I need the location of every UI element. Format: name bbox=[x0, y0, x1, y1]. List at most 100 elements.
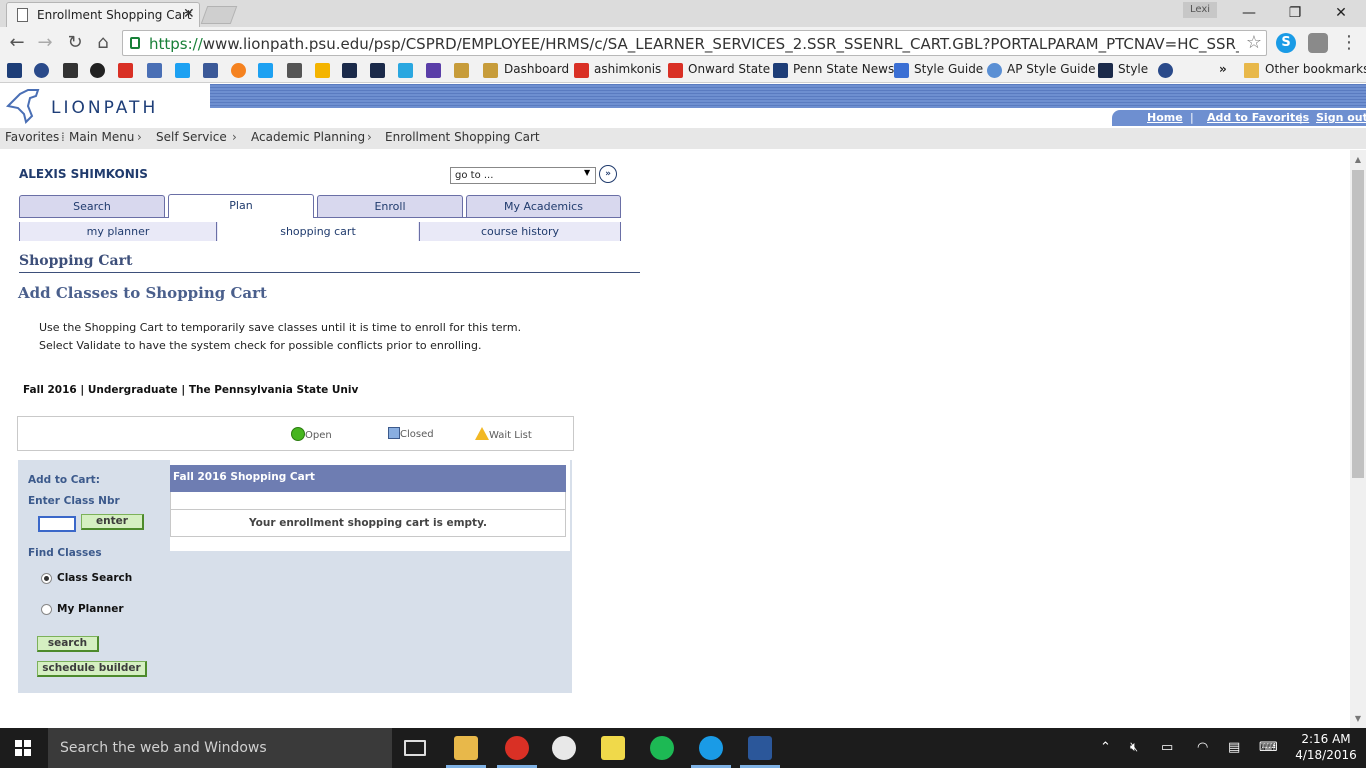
twitter-icon[interactable] bbox=[258, 63, 273, 78]
extension-icon[interactable] bbox=[1308, 33, 1328, 53]
restore-icon[interactable]: ❐ bbox=[1272, 2, 1318, 24]
minimize-icon[interactable]: — bbox=[1226, 2, 1272, 24]
sticky-notes-icon[interactable] bbox=[601, 736, 625, 760]
skype-icon[interactable] bbox=[699, 736, 723, 760]
start-button[interactable] bbox=[0, 728, 48, 768]
class-number-input[interactable] bbox=[38, 516, 76, 532]
subtab-course-history[interactable]: course history bbox=[419, 222, 621, 241]
address-bar[interactable]: https://www.lionpath.psu.edu/psp/CSPRD/E… bbox=[122, 30, 1267, 56]
psu-favicon bbox=[773, 63, 788, 78]
battery-icon[interactable]: ▭ bbox=[1161, 740, 1173, 755]
file-explorer-icon[interactable] bbox=[454, 736, 478, 760]
user-profile-badge[interactable]: Lexi bbox=[1183, 2, 1217, 18]
page-subtitle: Add Classes to Shopping Cart bbox=[18, 284, 267, 302]
bookmark-ap-style-guide[interactable]: AP Style Guide bbox=[1007, 62, 1095, 76]
app-icon[interactable] bbox=[552, 736, 576, 760]
schedule-builder-button[interactable]: schedule builder bbox=[37, 661, 147, 677]
bookmark-icon[interactable] bbox=[370, 63, 385, 78]
tab-enroll[interactable]: Enroll bbox=[317, 195, 463, 217]
gmail-icon[interactable] bbox=[118, 63, 133, 78]
class-search-label[interactable]: Class Search bbox=[57, 572, 132, 584]
goto-go-button[interactable]: » bbox=[599, 165, 617, 183]
tab-plan[interactable]: Plan bbox=[168, 194, 314, 218]
breadcrumb-favorites[interactable]: Favorites bbox=[5, 130, 59, 144]
menu-icon[interactable]: ⋮ bbox=[1338, 32, 1360, 54]
style-icon bbox=[1098, 63, 1113, 78]
facebook-icon[interactable] bbox=[203, 63, 218, 78]
home-link[interactable]: Home bbox=[1147, 111, 1183, 124]
bookmark-icon[interactable] bbox=[315, 63, 330, 78]
psu-favicon[interactable] bbox=[7, 63, 22, 78]
other-bookmarks[interactable]: Other bookmarks bbox=[1265, 62, 1366, 76]
sign-out-link[interactable]: Sign out bbox=[1316, 111, 1366, 124]
bookmark-icon[interactable] bbox=[175, 63, 190, 78]
scrollbar-thumb[interactable] bbox=[1352, 170, 1364, 478]
tab-search[interactable]: Search bbox=[19, 195, 165, 217]
legend-closed: Closed bbox=[388, 427, 434, 440]
bookmark-icon[interactable] bbox=[90, 63, 105, 78]
bookmark-penn-state-news[interactable]: Penn State News bbox=[793, 62, 894, 76]
home-icon[interactable]: ⌂ bbox=[92, 32, 114, 54]
action-center-icon[interactable]: ▤ bbox=[1228, 740, 1240, 755]
bookmark-ashimkonis[interactable]: ashimkonis bbox=[594, 62, 661, 76]
breadcrumb-self-service[interactable]: Self Service bbox=[156, 130, 227, 144]
bookmark-icon[interactable] bbox=[454, 63, 469, 78]
bookmark-icon[interactable] bbox=[426, 63, 441, 78]
bookmark-dashboard[interactable]: Dashboard bbox=[504, 62, 569, 76]
add-to-favorites-link[interactable]: Add to Favorites bbox=[1207, 111, 1309, 124]
scroll-down-icon[interactable]: ▼ bbox=[1350, 711, 1366, 727]
reload-icon[interactable]: ↻ bbox=[64, 32, 86, 54]
skype-extension-icon[interactable]: S bbox=[1276, 33, 1296, 53]
bookmark-icon[interactable] bbox=[147, 63, 162, 78]
bookmark-onward-state[interactable]: Onward State bbox=[688, 62, 770, 76]
taskbar-search-box[interactable]: Search the web and Windows bbox=[48, 728, 392, 768]
scroll-up-icon[interactable]: ▲ bbox=[1350, 152, 1366, 168]
subtab-shopping-cart[interactable]: shopping cart bbox=[218, 222, 418, 241]
bookmark-icon[interactable] bbox=[34, 63, 49, 78]
chrome-icon[interactable] bbox=[505, 736, 529, 760]
browser-tab[interactable]: Enrollment Shopping Cart ✕ bbox=[6, 2, 200, 27]
task-view-icon[interactable] bbox=[404, 740, 426, 756]
bookmark-icon[interactable] bbox=[398, 63, 413, 78]
tab-my-academics[interactable]: My Academics bbox=[466, 195, 621, 217]
bookmark-icon[interactable] bbox=[1158, 63, 1173, 78]
my-planner-radio[interactable] bbox=[41, 604, 52, 615]
clock-time: 2:16 AM bbox=[1301, 732, 1351, 746]
page-icon bbox=[17, 8, 28, 22]
back-icon[interactable]: ← bbox=[6, 32, 28, 54]
bookmark-star-icon[interactable]: ☆ bbox=[1246, 32, 1262, 53]
show-hidden-icons[interactable]: ⌃ bbox=[1100, 740, 1111, 755]
system-clock[interactable]: 2:16 AM 4/18/2016 bbox=[1292, 731, 1360, 763]
link-separator: | bbox=[1190, 111, 1194, 124]
search-button[interactable]: search bbox=[37, 636, 99, 652]
wifi-icon[interactable]: ◠ bbox=[1197, 740, 1208, 755]
breadcrumb-academic-planning[interactable]: Academic Planning bbox=[251, 130, 365, 144]
closed-status-icon bbox=[388, 427, 400, 439]
bookmark-icon[interactable] bbox=[287, 63, 302, 78]
word-icon[interactable] bbox=[748, 736, 772, 760]
dropdown-arrow-icon: ▼ bbox=[584, 168, 591, 177]
bookmark-icon[interactable] bbox=[342, 63, 357, 78]
forward-icon[interactable]: → bbox=[34, 32, 56, 54]
new-tab-button[interactable] bbox=[200, 6, 238, 24]
lock-icon bbox=[130, 37, 140, 49]
bookmark-icon[interactable] bbox=[63, 63, 78, 78]
subtab-my-planner[interactable]: my planner bbox=[19, 222, 217, 241]
close-window-icon[interactable]: ✕ bbox=[1318, 2, 1364, 24]
tab-close-icon[interactable]: ✕ bbox=[183, 6, 195, 22]
breadcrumb-separator: ⁞ bbox=[61, 130, 65, 144]
keyboard-icon[interactable]: ⌨ bbox=[1259, 740, 1278, 755]
goto-select[interactable]: go to ... bbox=[450, 167, 596, 184]
bookmark-style-guide[interactable]: Style Guide bbox=[914, 62, 983, 76]
breadcrumb-main-menu[interactable]: Main Menu bbox=[69, 130, 134, 144]
bookmark-style[interactable]: Style bbox=[1118, 62, 1148, 76]
legend-wait-list: Wait List bbox=[475, 427, 532, 441]
enter-button[interactable]: enter bbox=[81, 514, 144, 530]
my-planner-label[interactable]: My Planner bbox=[57, 603, 124, 615]
spotify-icon[interactable] bbox=[650, 736, 674, 760]
volume-icon[interactable]: 🔇︎ bbox=[1130, 740, 1138, 755]
lionpath-logo[interactable]: LIONPATH bbox=[0, 84, 210, 126]
bookmarks-overflow-icon[interactable]: » bbox=[1219, 62, 1227, 76]
class-search-radio[interactable] bbox=[41, 573, 52, 584]
bookmark-icon[interactable] bbox=[231, 63, 246, 78]
